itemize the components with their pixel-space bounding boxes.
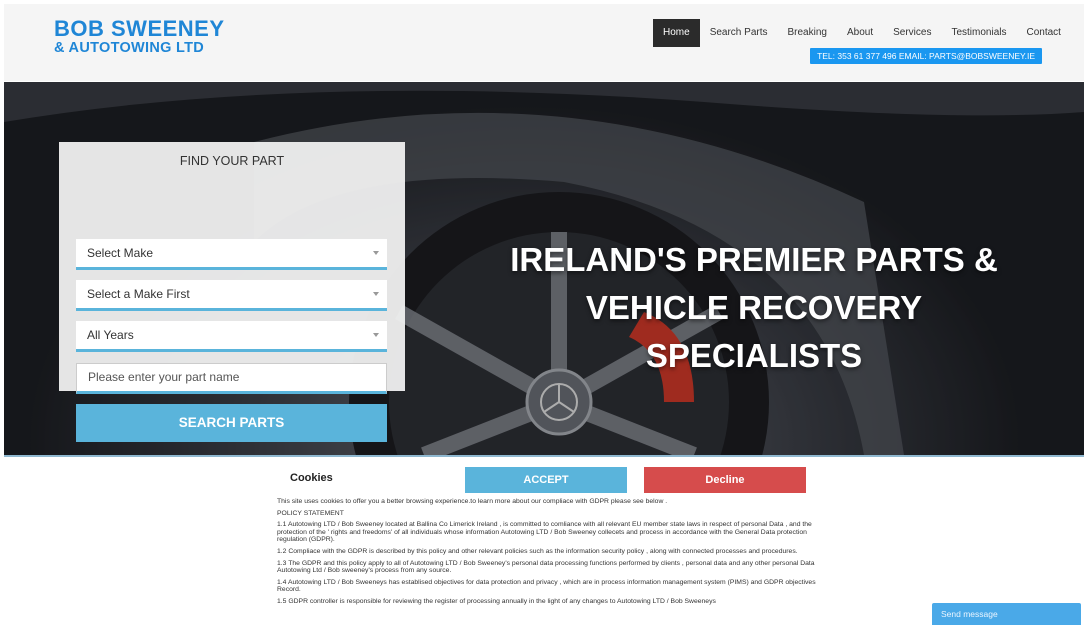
dropdown-caret-icon [373,251,379,255]
decline-cookies-button[interactable]: Decline [644,467,806,493]
policy-paragraph: 1.5 GDPR controller is responsible for r… [277,597,716,605]
part-finder-panel: FIND YOUR PART Select Make Select a Make… [59,142,405,442]
make-select[interactable]: Select Make [76,239,387,270]
model-select[interactable]: Select a Make First [76,280,387,311]
cookie-heading: Cookies [290,472,333,484]
cookie-consent-panel: Cookies ACCEPT Decline This site uses co… [4,455,1084,627]
logo-line-1: BOB SWEENEY [54,16,225,41]
policy-paragraph: This site uses cookies to offer you a be… [277,498,668,505]
policy-paragraph: POLICY STATEMENT [277,509,344,517]
model-select-value: Select a Make First [87,287,190,301]
year-select-value: All Years [87,328,134,342]
search-parts-button[interactable]: SEARCH PARTS [76,404,387,442]
policy-paragraph: 1.4 Autotowing LTD / Bob Sweeneys has es… [277,578,816,594]
site-header: BOB SWEENEY & AUTOTOWING LTD Home Search… [4,4,1084,81]
nav-breaking[interactable]: Breaking [778,19,837,47]
hero-banner: FIND YOUR PART Select Make Select a Make… [4,82,1084,455]
dropdown-caret-icon [373,333,379,337]
privacy-policy-text[interactable]: This site uses cookies to offer you a be… [277,498,822,610]
finder-title: FIND YOUR PART [179,154,285,168]
site-logo[interactable]: BOB SWEENEY & AUTOTOWING LTD [54,18,225,56]
contact-info-bar[interactable]: TEL: 353 61 377 496 EMAIL: PARTS@BOBSWEE… [810,48,1042,64]
nav-about[interactable]: About [837,19,883,47]
policy-paragraph: 1.1 Autotowing LTD / Bob Sweeney located… [277,521,812,544]
dropdown-caret-icon [373,292,379,296]
nav-home[interactable]: Home [653,19,700,47]
nav-services[interactable]: Services [883,19,941,47]
hero-title-line-2: VEHICLE RECOVERY SPECIALISTS [585,289,923,374]
main-nav: Home Search Parts Breaking About Service… [653,19,1071,47]
nav-contact[interactable]: Contact [1017,19,1071,47]
nav-search-parts[interactable]: Search Parts [700,19,778,47]
hero-title: IRELAND'S PREMIER PARTS & VEHICLE RECOVE… [474,236,1034,380]
hero-title-line-1: IRELAND'S PREMIER PARTS & [510,241,998,278]
logo-line-2: & AUTOTOWING LTD [54,40,205,56]
send-message-chat-button[interactable]: Send message [932,603,1081,625]
policy-paragraph: 1.2 Compliace with the GDPR is described… [277,547,798,555]
accept-cookies-button[interactable]: ACCEPT [465,467,627,493]
policy-paragraph: 1.3 The GDPR and this policy apply to al… [277,559,815,575]
nav-testimonials[interactable]: Testimonials [941,19,1016,47]
make-select-value: Select Make [87,246,154,260]
year-select[interactable]: All Years [76,321,387,352]
part-name-input[interactable]: Please enter your part name [76,363,387,394]
